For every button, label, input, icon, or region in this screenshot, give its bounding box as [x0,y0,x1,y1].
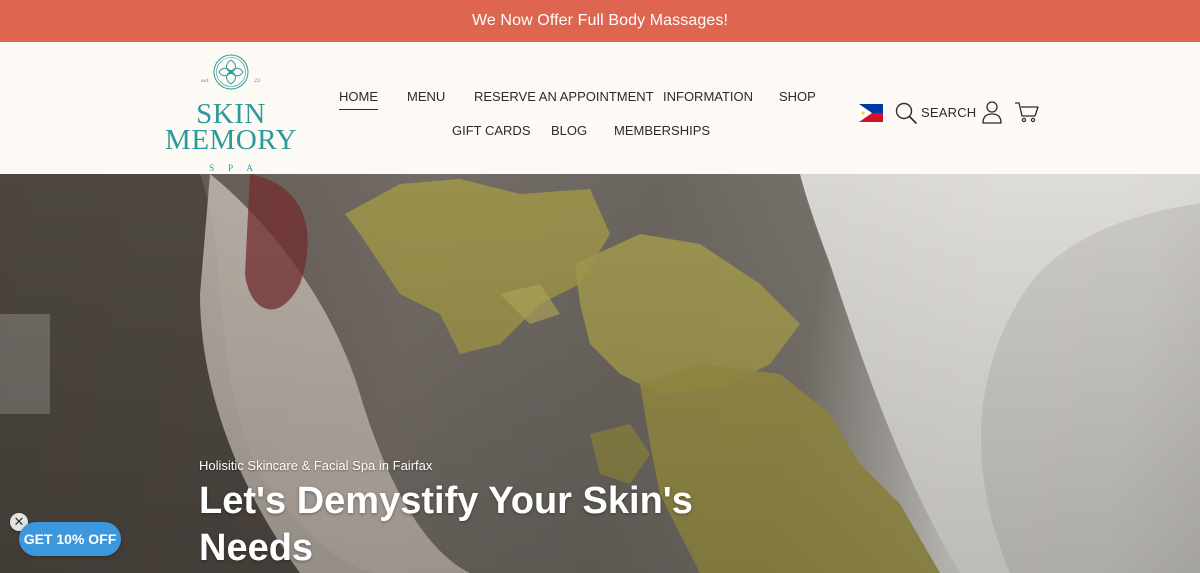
logo-est-text: est [201,78,209,84]
announcement-text: We Now Offer Full Body Massages! [471,12,729,29]
hero-subtitle: Holisitic Skincare & Facial Spa in Fairf… [199,458,433,473]
logo-wordmark-line2: MEMORY [165,124,297,156]
nav-home[interactable]: HOME [339,89,378,110]
logo-emblem-icon [213,54,249,90]
nav-gift-cards[interactable]: GIFT CARDS [452,123,531,138]
search-icon[interactable] [894,101,918,125]
nav-menu[interactable]: MENU [407,89,445,104]
philippines-flag-icon[interactable] [859,104,883,122]
nav-blog[interactable]: BLOG [551,123,587,138]
hero-banner: Holisitic Skincare & Facial Spa in Fairf… [0,174,1200,573]
site-logo[interactable]: est 23 SKIN MEMORY SPA [160,52,302,174]
user-icon[interactable] [981,100,1003,124]
site-header: est 23 SKIN MEMORY SPA HOME MENU RESERVE… [0,42,1200,174]
nav-reserve-appointment[interactable]: RESERVE AN APPOINTMENT [474,89,654,104]
logo-year-text: 23 [254,78,261,84]
nav-shop[interactable]: SHOP [779,89,816,104]
nav-information[interactable]: INFORMATION [663,89,753,104]
nav-memberships[interactable]: MEMBERSHIPS [614,123,710,138]
cart-icon[interactable] [1014,100,1040,124]
search-label[interactable]: SEARCH [921,105,976,120]
hero-title: Let's Demystify Your Skin's Needs [199,480,693,569]
announcement-bar: We Now Offer Full Body Massages! [0,0,1200,42]
discount-popup-button[interactable]: GET 10% OFF [19,522,121,556]
logo-spa-text: SPA [209,163,267,173]
